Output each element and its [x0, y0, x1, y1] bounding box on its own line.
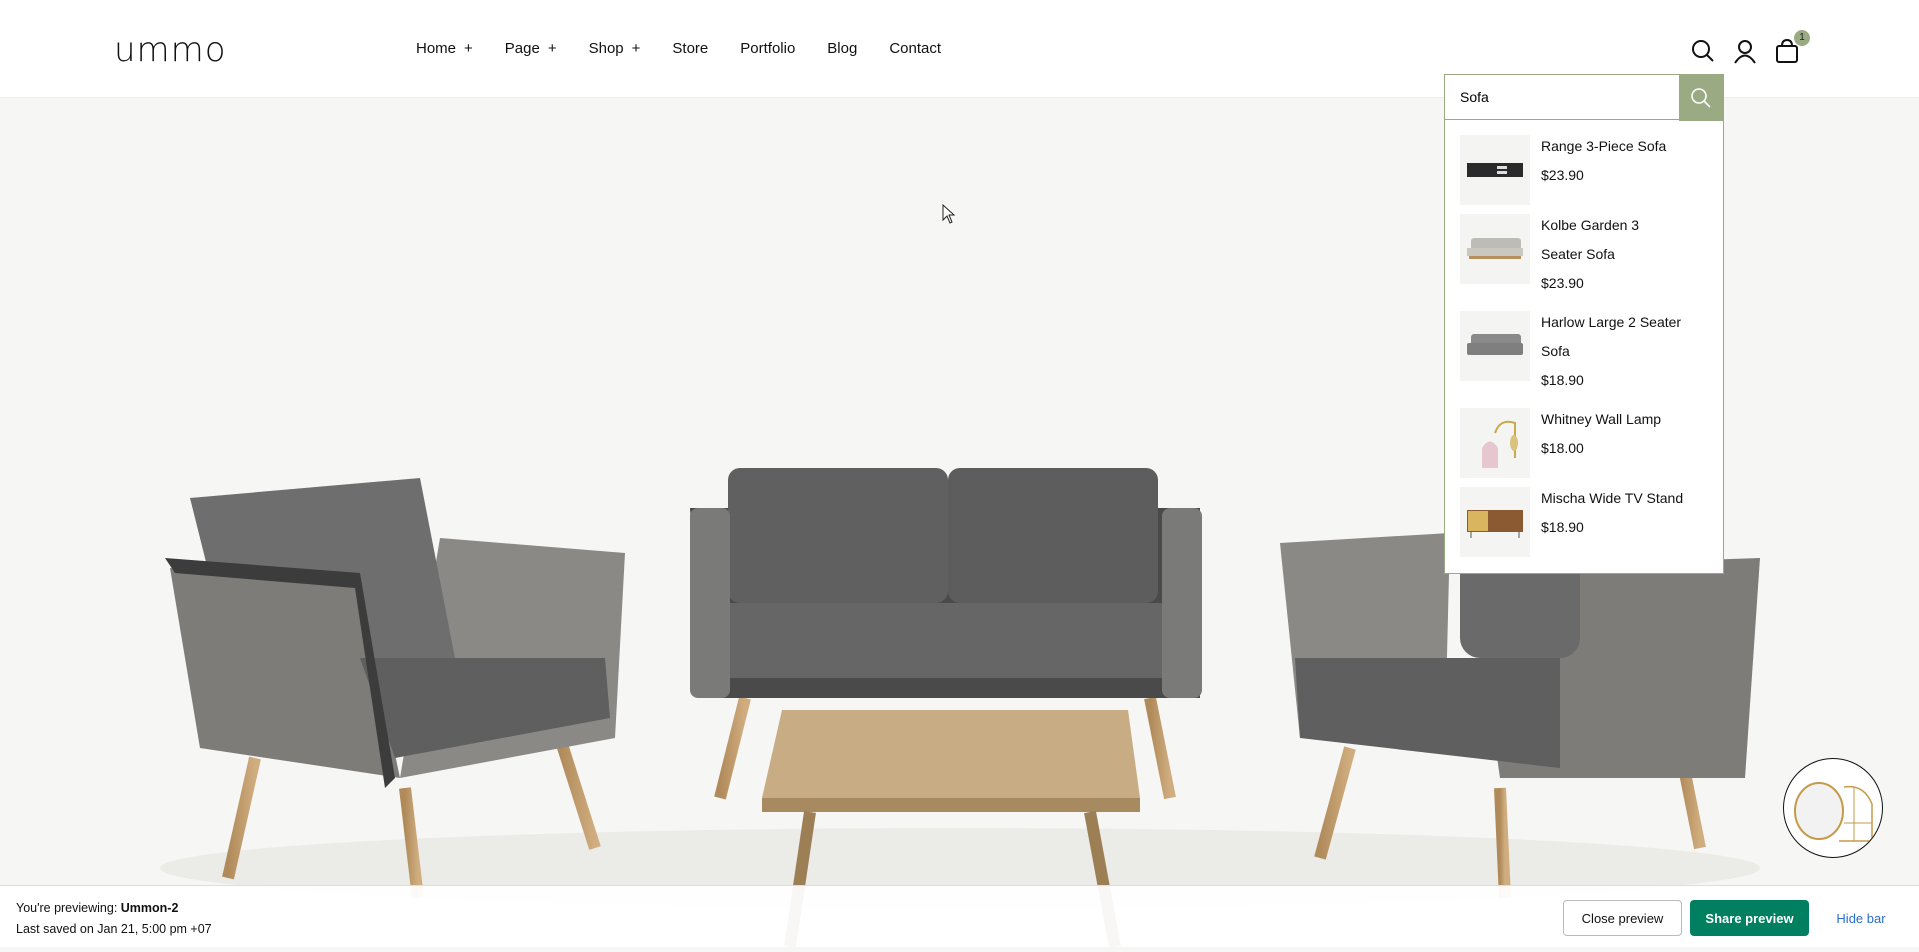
floating-product-button[interactable] — [1783, 758, 1883, 858]
nav-portfolio[interactable]: Portfolio — [740, 40, 795, 57]
search-icon[interactable] — [1690, 38, 1716, 64]
nav-page[interactable]: Page + — [505, 40, 557, 57]
user-icon[interactable] — [1732, 38, 1758, 64]
search-dropdown: Range 3-Piece Sofa$23.90 Kolbe Garden 3 … — [1444, 74, 1724, 574]
nav-shop[interactable]: Shop + — [589, 40, 641, 57]
mirror-shelf-thumbnail — [1794, 782, 1873, 842]
search-result-item[interactable]: Harlow Large 2 Seater Sofa $18.90 — [1460, 311, 1710, 399]
search-result-item[interactable]: Range 3-Piece Sofa $23.90 — [1460, 135, 1710, 205]
nav-home[interactable]: Home + — [416, 40, 473, 57]
search-submit-button[interactable] — [1679, 74, 1723, 121]
preview-bar: You're previewing: Ummon-2 Last saved on… — [0, 885, 1919, 947]
search-result-item[interactable]: Whitney Wall Lamp $18.00 — [1460, 408, 1710, 478]
hide-bar-button[interactable]: Hide bar — [1826, 900, 1896, 936]
product-thumbnail — [1460, 311, 1530, 381]
theme-name: Ummon-2 — [120, 901, 179, 915]
search-input[interactable] — [1445, 75, 1681, 120]
product-thumbnail — [1460, 214, 1530, 284]
mouse-cursor-icon — [942, 204, 956, 224]
share-preview-button[interactable]: Share preview — [1690, 900, 1809, 936]
nav-contact[interactable]: Contact — [889, 40, 941, 57]
plus-icon: + — [464, 40, 473, 57]
search-result-item[interactable]: Kolbe Garden 3 Seater Sofa $23.90 — [1460, 214, 1710, 302]
product-thumbnail — [1460, 408, 1530, 478]
search-results: Range 3-Piece Sofa $23.90 Kolbe Garden 3 … — [1460, 135, 1710, 566]
cart-icon[interactable]: 1 — [1774, 30, 1810, 64]
cart-count-badge: 1 — [1794, 30, 1810, 46]
main-nav: Home + Page + Shop + Store Portfolio Blog C… — [416, 40, 973, 57]
nav-store[interactable]: Store — [672, 40, 708, 57]
plus-icon: + — [631, 40, 641, 57]
product-thumbnail — [1460, 135, 1530, 205]
close-preview-button[interactable]: Close preview — [1563, 900, 1682, 936]
search-icon — [1691, 87, 1711, 108]
last-saved-text: Last saved on Jan 21, 5:00 pm +07 — [16, 922, 212, 936]
product-thumbnail — [1460, 487, 1530, 557]
logo[interactable]: ummo — [114, 30, 227, 70]
search-result-item[interactable]: Mischa Wide TV Stand $18.90 — [1460, 487, 1710, 557]
nav-blog[interactable]: Blog — [827, 40, 857, 57]
plus-icon: + — [547, 40, 557, 57]
